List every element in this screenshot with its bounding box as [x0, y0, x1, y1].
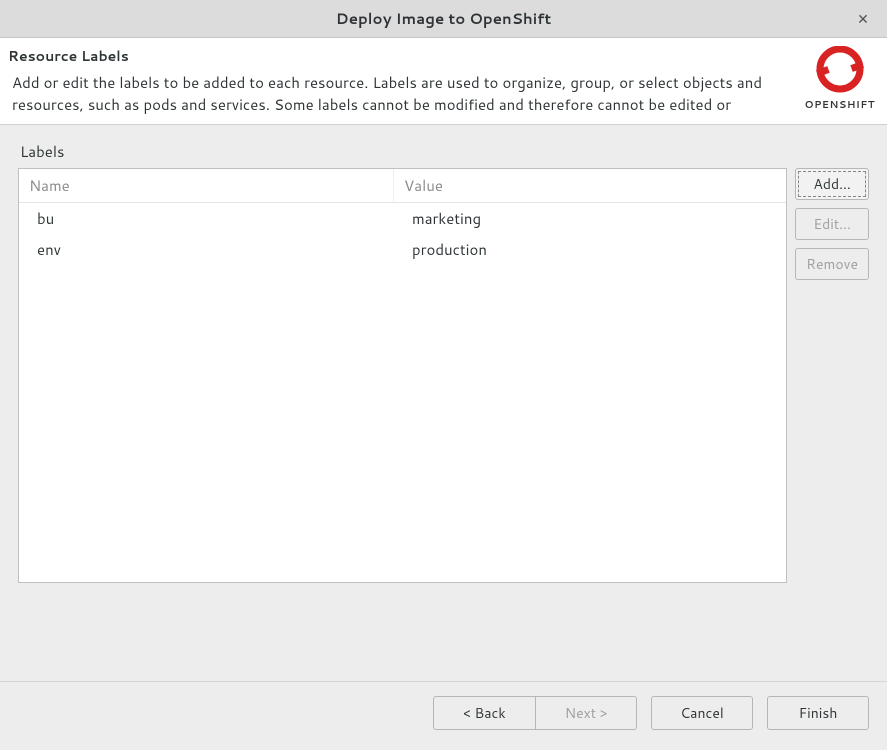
labels-table-header: Name Value: [19, 169, 786, 203]
label-name-cell: env: [19, 234, 394, 265]
labels-row: Name Value bu marketing env production A…: [18, 168, 869, 672]
add-button[interactable]: Add...: [795, 168, 869, 200]
main-content: Labels Name Value bu marketing env produ…: [0, 125, 887, 682]
finish-button[interactable]: Finish: [767, 696, 869, 730]
next-button: Next >: [535, 696, 637, 730]
openshift-logo-text: OPENSHIFT: [805, 98, 875, 112]
header-description: Add or edit the labels to be added to ea…: [8, 72, 793, 116]
wizard-footer: < Back Next > Cancel Finish: [0, 681, 887, 750]
back-button[interactable]: < Back: [433, 696, 535, 730]
table-row[interactable]: env production: [19, 234, 786, 265]
openshift-logo: OPENSHIFT: [805, 46, 875, 112]
window-title: Deploy Image to OpenShift: [336, 8, 552, 29]
table-row[interactable]: bu marketing: [19, 203, 786, 234]
label-value-cell: marketing: [394, 203, 786, 234]
edit-button: Edit...: [795, 208, 869, 240]
column-header-value[interactable]: Value: [394, 169, 786, 202]
label-value-cell: production: [394, 234, 786, 265]
cancel-button[interactable]: Cancel: [651, 696, 753, 730]
header-text-block: Resource Labels Add or edit the labels t…: [8, 46, 805, 116]
labels-section-label: Labels: [20, 141, 869, 162]
side-buttons: Add... Edit... Remove: [795, 168, 869, 280]
wizard-header: Resource Labels Add or edit the labels t…: [0, 38, 887, 125]
label-name-cell: bu: [19, 203, 394, 234]
header-title: Resource Labels: [8, 46, 793, 66]
column-header-name[interactable]: Name: [19, 169, 394, 202]
remove-button: Remove: [795, 248, 869, 280]
openshift-logo-icon: [812, 46, 868, 96]
titlebar: Deploy Image to OpenShift ✕: [0, 0, 887, 38]
labels-table[interactable]: Name Value bu marketing env production: [18, 168, 787, 583]
close-icon[interactable]: ✕: [853, 9, 873, 29]
back-next-group: < Back Next >: [433, 696, 637, 730]
labels-table-body: bu marketing env production: [19, 203, 786, 582]
